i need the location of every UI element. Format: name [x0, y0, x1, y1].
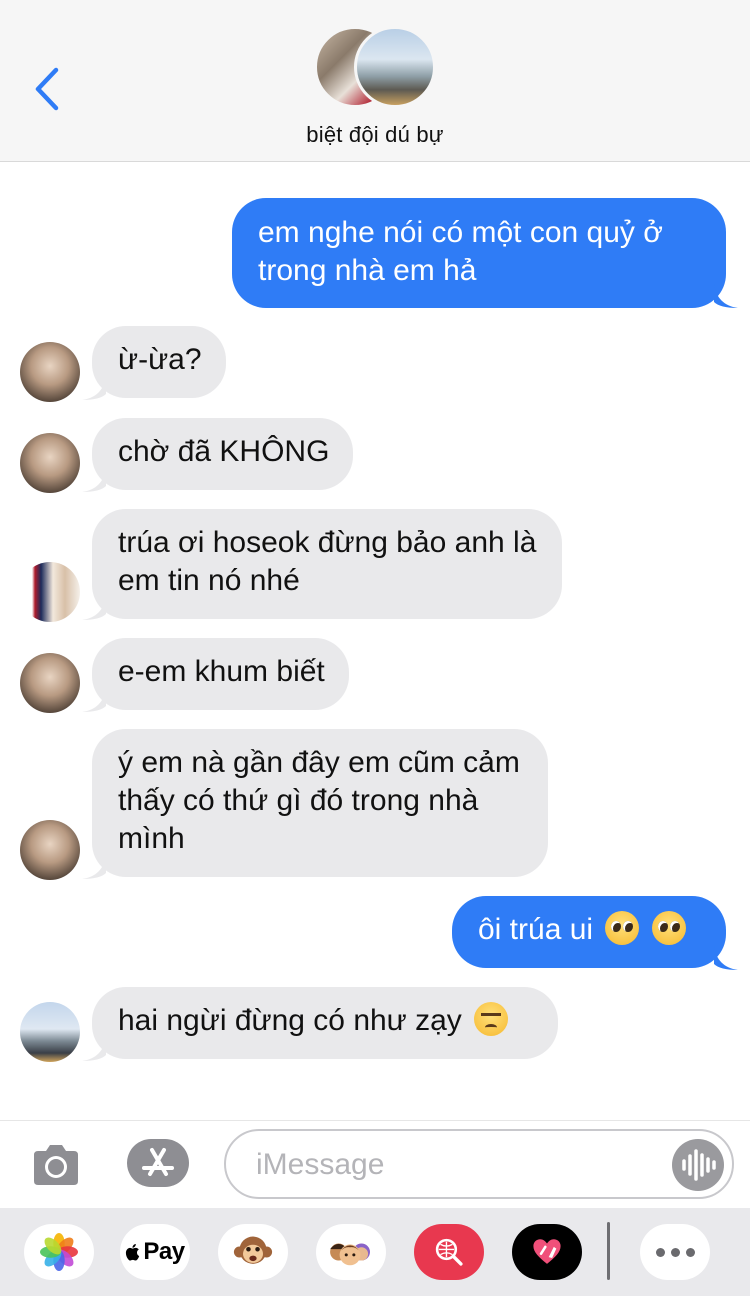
message-text: hai ngừi đừng có như zạy: [118, 1004, 462, 1037]
digital-touch-button[interactable]: [512, 1224, 582, 1280]
pleading-face-icon: [605, 911, 640, 945]
apple-logo-icon: [126, 1244, 140, 1261]
chevron-left-icon: [35, 67, 59, 111]
digital-touch-icon: [533, 1239, 561, 1264]
message-text: trúa ơi hoseok đừng bảo anh là em tin nó…: [118, 526, 537, 597]
member-avatar: [354, 26, 436, 108]
message-text: em nghe nói có một con quỷ ở trong nhà e…: [258, 216, 663, 287]
sender-avatar[interactable]: [20, 1002, 80, 1062]
message-bubble-incoming[interactable]: ừ-ừa?: [92, 326, 226, 398]
memoji-button[interactable]: [316, 1224, 386, 1280]
waveform-icon: [682, 1149, 716, 1181]
message-text: ý em nà gần đây em cũm cảm thấy có thứ g…: [118, 746, 520, 855]
message-bubble-outgoing[interactable]: ôi trúa ui: [452, 896, 726, 968]
compose-bar: [0, 1120, 750, 1208]
message-text: ôi trúa ui: [478, 913, 594, 946]
bubble-tail: [82, 596, 106, 620]
app-store-button[interactable]: [126, 1138, 190, 1188]
message-bubble-incoming[interactable]: hai ngừi đừng có như zạy: [92, 987, 558, 1059]
bubble-tail: [82, 376, 106, 400]
messages-screen: biệt đội dú bự em nghe nói có một con qu…: [0, 0, 750, 1296]
sender-avatar[interactable]: [20, 653, 80, 713]
conversation-header: biệt đội dú bự: [0, 0, 750, 162]
back-button[interactable]: [30, 66, 66, 112]
bubble-tail: [714, 946, 738, 970]
pleading-face-icon: [651, 911, 686, 945]
group-avatar[interactable]: [314, 26, 438, 108]
sender-avatar[interactable]: [20, 433, 80, 493]
drawer-divider: [607, 1222, 610, 1280]
photos-icon: [40, 1233, 78, 1271]
monkey-animoji-icon: [233, 1236, 273, 1264]
message-bubble-outgoing[interactable]: em nghe nói có một con quỷ ở trong nhà e…: [232, 198, 726, 308]
bubble-tail: [82, 1037, 106, 1061]
message-bubble-incoming[interactable]: e-em khum biết: [92, 638, 349, 710]
bubble-tail: [82, 688, 106, 712]
animoji-button[interactable]: [218, 1224, 288, 1280]
camera-button[interactable]: [30, 1139, 82, 1191]
camera-icon: [34, 1145, 78, 1185]
bubble-tail: [82, 855, 106, 879]
bubble-tail: [82, 468, 106, 492]
sender-avatar[interactable]: [20, 342, 80, 402]
message-input[interactable]: [256, 1145, 656, 1185]
sender-avatar[interactable]: [20, 562, 80, 622]
message-text: chờ đã KHÔNG: [118, 435, 330, 468]
message-text: ừ-ừa?: [118, 343, 202, 376]
apple-pay-label: Pay: [143, 1238, 185, 1265]
app-drawer: Pay: [0, 1208, 750, 1296]
angry-face-icon: [474, 1002, 509, 1036]
group-name[interactable]: biệt đội dú bự: [0, 122, 750, 148]
apple-pay-button[interactable]: Pay: [120, 1224, 190, 1280]
photos-app-button[interactable]: [24, 1224, 94, 1280]
bubble-tail: [714, 284, 738, 308]
sender-avatar[interactable]: [20, 820, 80, 880]
image-search-button[interactable]: [414, 1224, 484, 1280]
more-icon: [655, 1247, 695, 1257]
audio-message-button[interactable]: [672, 1139, 724, 1191]
memoji-icon: [330, 1243, 370, 1266]
message-input-field[interactable]: [224, 1129, 734, 1199]
image-search-icon: [435, 1238, 463, 1266]
message-bubble-incoming[interactable]: ý em nà gần đây em cũm cảm thấy có thứ g…: [92, 729, 548, 877]
message-text: e-em khum biết: [118, 655, 325, 688]
app-store-icon: [127, 1139, 189, 1187]
message-bubble-incoming[interactable]: trúa ơi hoseok đừng bảo anh là em tin nó…: [92, 509, 562, 619]
more-apps-button[interactable]: [640, 1224, 710, 1280]
message-bubble-incoming[interactable]: chờ đã KHÔNG: [92, 418, 354, 490]
